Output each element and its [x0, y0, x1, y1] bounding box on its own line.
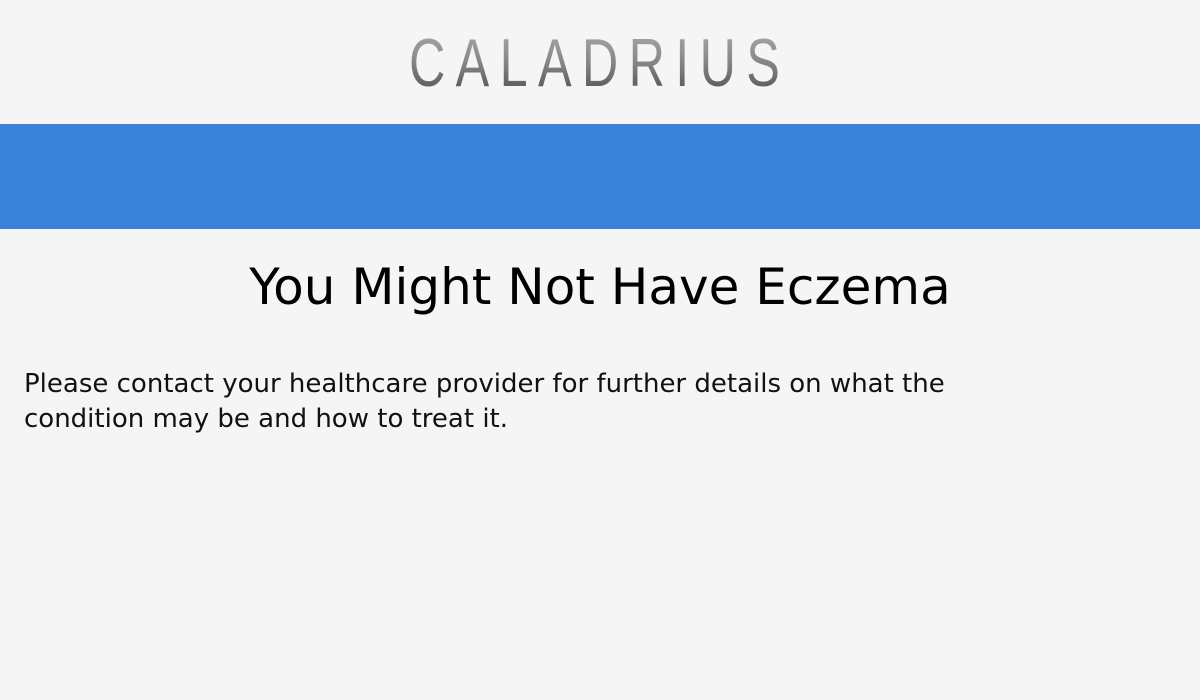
- result-title: You Might Not Have Eczema: [249, 258, 951, 316]
- accent-banner: [0, 124, 1200, 229]
- caladrius-logo: CALADRIUS: [409, 25, 791, 101]
- result-message: Please contact your healthcare provider …: [24, 369, 945, 434]
- page-header: CALADRIUS: [0, 0, 1200, 124]
- result-section: You Might Not Have Eczema Please contact…: [0, 229, 1200, 437]
